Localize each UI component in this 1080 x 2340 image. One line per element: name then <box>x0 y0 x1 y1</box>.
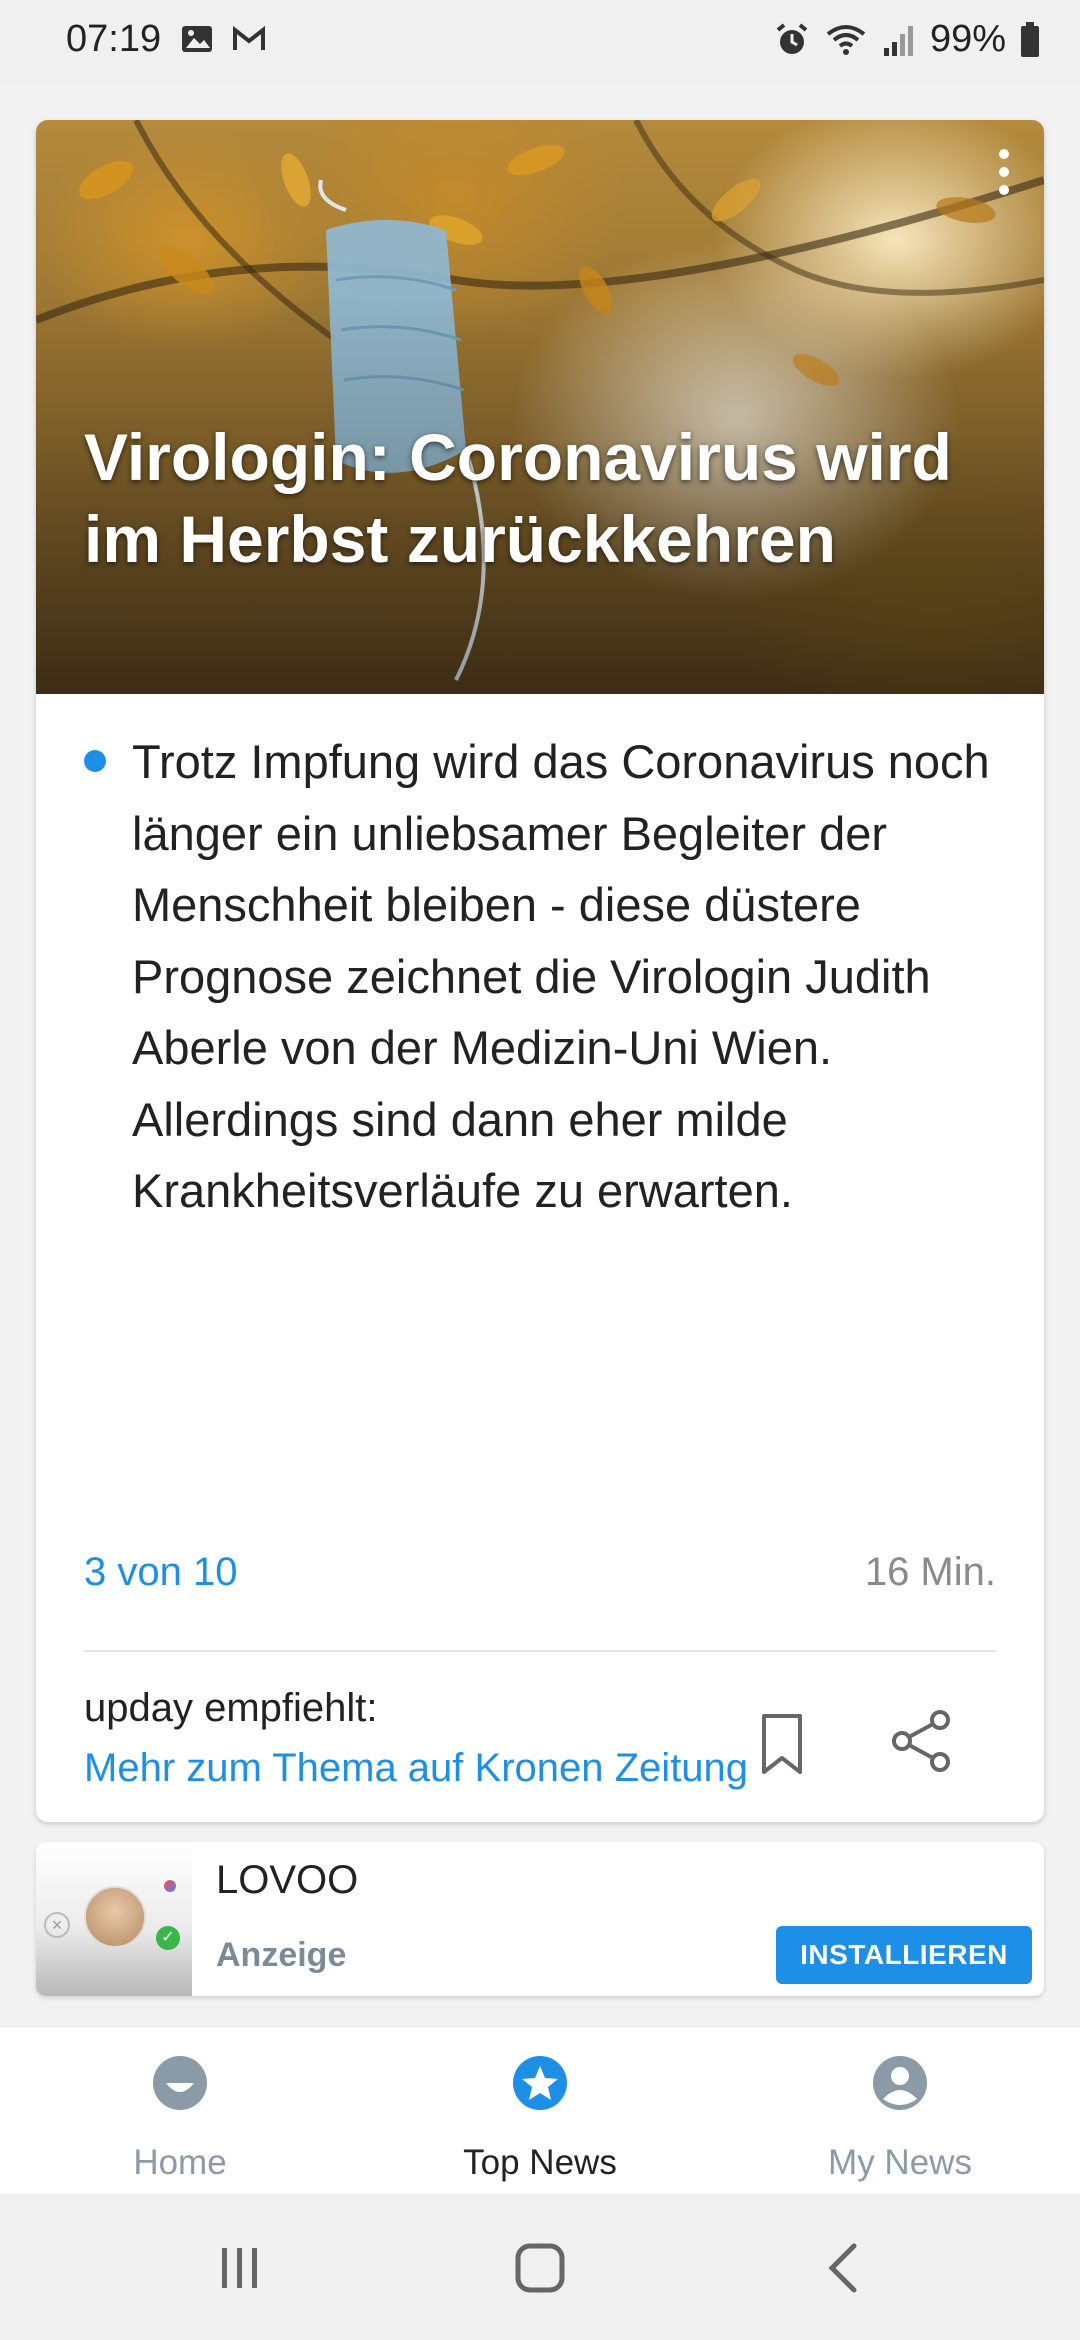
battery-icon <box>1021 21 1039 57</box>
status-bar: 07:19 99% <box>0 0 1080 84</box>
back-icon[interactable] <box>814 2238 874 2298</box>
article-duration: 16 Min. <box>864 1550 996 1594</box>
divider <box>84 1650 996 1652</box>
home-button-icon[interactable] <box>510 2238 570 2298</box>
gmail-icon <box>233 25 265 50</box>
install-button[interactable]: INSTALLIEREN <box>776 1926 1032 1984</box>
wifi-icon <box>826 24 866 55</box>
share-icon[interactable] <box>888 1706 958 1776</box>
bottom-nav: Home Top News My News <box>0 2026 1080 2194</box>
ad-label: Anzeige <box>216 1936 347 1974</box>
ad-image: × ✓ <box>36 1842 192 1996</box>
bullet-dot <box>84 750 106 772</box>
nav-label-top-news: Top News <box>463 2143 617 2182</box>
image-icon <box>182 26 212 52</box>
profile-icon <box>873 2056 927 2110</box>
ad-badge-icon <box>164 1880 176 1892</box>
ad-card[interactable]: × ✓ LOVOO Anzeige INSTALLIEREN <box>36 1842 1044 1996</box>
status-left-icons <box>180 24 266 54</box>
nav-item-home[interactable]: Home <box>0 2027 360 2195</box>
hero-image: Virologin: Coronavirus wird im Herbst zu… <box>36 120 1044 694</box>
bookmark-icon[interactable] <box>752 1710 812 1780</box>
nav-label-my-news: My News <box>828 2143 972 2182</box>
article-body: Trotz Impfung wird das Coronavirus noch … <box>132 735 990 1217</box>
signal-icon <box>883 25 913 56</box>
check-icon: ✓ <box>156 1926 180 1950</box>
nav-item-top-news[interactable]: Top News <box>360 2027 720 2195</box>
article-card[interactable]: Virologin: Coronavirus wird im Herbst zu… <box>36 120 1044 1822</box>
alarm-icon <box>776 22 808 54</box>
star-icon <box>513 2056 567 2110</box>
ad-close-icon[interactable]: × <box>44 1912 70 1938</box>
nav-label-home: Home <box>133 2143 227 2182</box>
hero-shade <box>36 120 1044 694</box>
recent-apps-icon[interactable] <box>210 2238 270 2298</box>
battery-percent: 99% <box>929 18 1006 60</box>
nav-item-my-news[interactable]: My News <box>720 2027 1080 2195</box>
system-nav-bar <box>0 2194 1080 2340</box>
status-time: 07:19 <box>66 18 162 60</box>
ad-title: LOVOO <box>216 1858 359 1902</box>
ad-avatar <box>84 1886 146 1948</box>
article-headline: Virologin: Coronavirus wird im Herbst zu… <box>84 420 952 576</box>
article-counter: 3 von 10 <box>84 1550 238 1594</box>
recommend-link[interactable]: Mehr zum Thema auf Kronen Zeitung <box>84 1746 748 1791</box>
recommend-label: upday empfiehlt: <box>84 1686 378 1730</box>
home-face-icon <box>153 2056 207 2110</box>
status-right: 99% <box>774 18 1040 61</box>
more-options-icon[interactable] <box>984 144 1024 204</box>
